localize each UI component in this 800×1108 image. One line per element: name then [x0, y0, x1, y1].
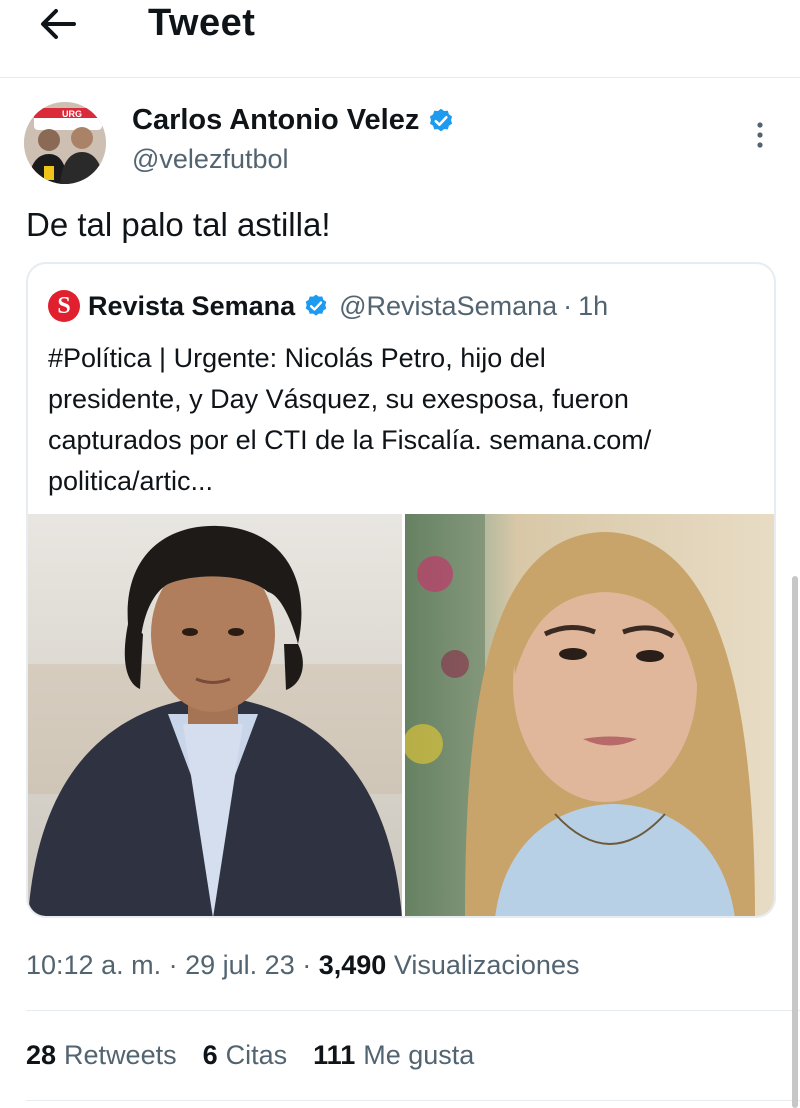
tweet-date: 29 jul. 23: [185, 950, 295, 980]
photo-woman-image: [405, 514, 755, 916]
author-name[interactable]: Carlos Antonio Velez: [132, 104, 455, 137]
quoted-tweet-text: #Política | Urgente: Nicolás Petro, hijo…: [48, 338, 758, 502]
likes-stat[interactable]: 111 Me gusta: [313, 1040, 474, 1071]
author-row: URG Carlos Antonio Velez @velezfutbol: [24, 98, 784, 190]
semana-logo-icon: S: [48, 290, 80, 322]
separator-dot: ·: [168, 950, 178, 980]
tweet-stats: 28 Retweets 6 Citas 111 Me gusta: [26, 1040, 500, 1071]
verified-badge-icon: [430, 108, 453, 131]
quoted-text-line: presidente, y Day Vásquez, su exesposa, …: [48, 384, 629, 414]
divider: [26, 1010, 800, 1011]
tweet-time: 10:12 a. m.: [26, 950, 162, 980]
quoted-tweet-header: S Revista Semana @RevistaSemana · 1h: [48, 288, 608, 324]
retweets-count: 28: [26, 1040, 57, 1070]
quoted-text-line: politica/artic...: [48, 466, 214, 496]
divider: [26, 1100, 800, 1101]
separator-dot: ·: [302, 950, 312, 980]
author-handle[interactable]: @velezfutbol: [132, 144, 289, 175]
likes-label: Me gusta: [363, 1040, 475, 1070]
tweet-meta: 10:12 a. m. · 29 jul. 23 · 3,490 Visuali…: [26, 950, 579, 981]
quoted-tweet-media[interactable]: [28, 514, 774, 916]
photo-man[interactable]: [28, 514, 402, 916]
quoted-tweet[interactable]: S Revista Semana @RevistaSemana · 1h #Po…: [26, 262, 776, 918]
quoted-text-line: capturados por el CTI de la Fiscalía. se…: [48, 425, 652, 455]
photo-woman[interactable]: [405, 514, 774, 916]
page-title: Tweet: [148, 2, 256, 44]
separator-dot: ·: [563, 290, 573, 321]
quotes-count: 6: [202, 1040, 218, 1070]
quoted-tweet-time: 1h: [578, 290, 609, 321]
arrow-left-icon[interactable]: [34, 4, 82, 44]
quoted-author-name: Revista Semana: [88, 290, 296, 321]
verified-badge-icon: [305, 294, 327, 316]
likes-count: 111: [313, 1040, 356, 1070]
quotes-stat[interactable]: 6 Citas: [203, 1040, 288, 1071]
svg-text:URG: URG: [62, 109, 82, 119]
scrollbar[interactable]: [792, 576, 798, 1108]
avatar-image: URG: [24, 102, 106, 184]
quotes-label: Citas: [225, 1040, 288, 1070]
avatar[interactable]: URG: [24, 102, 106, 184]
tweet-text: De tal palo tal astilla!: [26, 206, 331, 243]
views-count: 3,490: [318, 950, 387, 980]
retweets-stat[interactable]: 28 Retweets: [26, 1040, 177, 1071]
app-header: Tweet: [0, 0, 800, 78]
quoted-text-line: #Política | Urgente: Nicolás Petro, hijo…: [48, 343, 546, 373]
retweets-label: Retweets: [64, 1040, 177, 1070]
views-label: Visualizaciones: [393, 950, 580, 980]
photo-man-image: [28, 525, 402, 916]
author-name-text: Carlos Antonio Velez: [132, 104, 420, 136]
quoted-author-handle: @RevistaSemana: [339, 290, 558, 321]
more-vertical-icon[interactable]: [750, 120, 770, 150]
